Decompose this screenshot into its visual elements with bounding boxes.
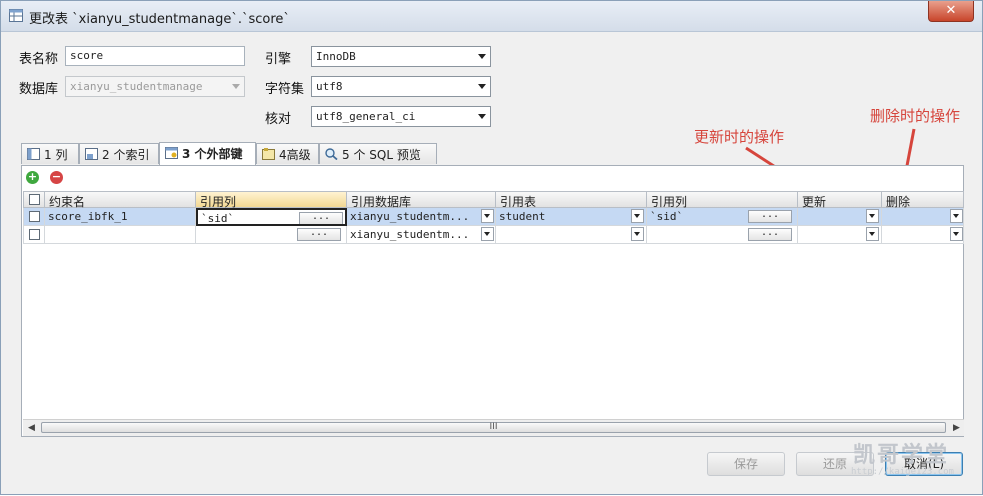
- cell-ref-column[interactable]: `sid` ...: [196, 208, 347, 226]
- scroll-right-icon[interactable]: ▶: [953, 423, 960, 433]
- cell-constraint-name[interactable]: [45, 226, 196, 244]
- window-title: 更改表 `xianyu_studentmanage`.`score`: [29, 12, 290, 27]
- collation-select[interactable]: utf8_general_ci: [311, 106, 491, 127]
- header-constraint-name[interactable]: 约束名: [45, 191, 196, 209]
- header-ref-table[interactable]: 引用表: [496, 191, 647, 209]
- title-bar: 更改表 `xianyu_studentmanage`.`score` ✕: [1, 1, 982, 32]
- tab-indexes[interactable]: 2 个索引: [79, 143, 159, 164]
- dropdown-icon[interactable]: [866, 227, 879, 241]
- ellipsis-button[interactable]: ...: [297, 228, 341, 241]
- tab-columns[interactable]: 1 列: [21, 143, 79, 164]
- cell-on-delete[interactable]: [882, 226, 964, 244]
- watermark-logo: 凯哥学堂: [853, 443, 950, 468]
- header-ref-database[interactable]: 引用数据库: [347, 191, 496, 209]
- cell-ref-database[interactable]: xianyu_studentm...: [347, 226, 496, 244]
- close-button[interactable]: ✕: [928, 1, 974, 22]
- dropdown-icon[interactable]: [866, 209, 879, 223]
- index-icon: [85, 148, 98, 160]
- cell-on-delete[interactable]: [882, 208, 964, 226]
- engine-select[interactable]: InnoDB: [311, 46, 491, 67]
- database-label: 数据库: [19, 82, 59, 97]
- header-on-delete[interactable]: 删除: [882, 191, 964, 209]
- dropdown-icon[interactable]: [631, 227, 644, 241]
- chevron-down-icon: [232, 84, 240, 89]
- cell-constraint-name[interactable]: score_ibfk_1: [45, 208, 196, 226]
- engine-value: InnoDB: [316, 50, 356, 63]
- dropdown-icon[interactable]: [950, 209, 963, 223]
- tab-sql-preview[interactable]: 5 个 SQL 预览: [319, 143, 437, 164]
- dropdown-icon[interactable]: [481, 227, 494, 241]
- scroll-left-icon[interactable]: ◀: [28, 423, 35, 433]
- ellipsis-button[interactable]: ...: [748, 228, 792, 241]
- scrollbar-thumb[interactable]: III: [41, 422, 946, 433]
- cell-on-update[interactable]: [798, 208, 882, 226]
- ellipsis-button[interactable]: ...: [748, 210, 792, 223]
- cell-ref-column-2[interactable]: ...: [647, 226, 798, 244]
- table-name-input[interactable]: score: [65, 46, 245, 66]
- annotation-delete: 删除时的操作: [870, 107, 961, 125]
- row-checkbox-cell[interactable]: [23, 226, 45, 244]
- checkbox[interactable]: [29, 194, 40, 205]
- row-checkbox-cell[interactable]: [23, 208, 45, 226]
- collation-label: 核对: [265, 112, 292, 127]
- header-ref-column[interactable]: 引用列: [196, 191, 347, 209]
- tab-advanced[interactable]: 4高级: [256, 143, 319, 164]
- cell-ref-column-2[interactable]: `sid` ...: [647, 208, 798, 226]
- chevron-down-icon: [478, 84, 486, 89]
- remove-icon[interactable]: −: [50, 171, 63, 184]
- add-icon[interactable]: +: [26, 171, 39, 184]
- header-ref-column-2[interactable]: 引用列: [647, 191, 798, 209]
- foreign-key-icon: [165, 147, 178, 159]
- charset-select[interactable]: utf8: [311, 76, 491, 97]
- engine-label: 引擎: [265, 52, 292, 67]
- alter-table-dialog: 更改表 `xianyu_studentmanage`.`score` ✕ 表名称…: [0, 0, 983, 495]
- header-select-all[interactable]: [23, 191, 45, 208]
- dropdown-icon[interactable]: [950, 227, 963, 241]
- ellipsis-button[interactable]: ...: [299, 212, 343, 224]
- checkbox[interactable]: [29, 211, 40, 222]
- cell-ref-table[interactable]: student: [496, 208, 647, 226]
- chevron-down-icon: [478, 114, 486, 119]
- tab-foreign-keys[interactable]: 3 个外部键: [159, 142, 256, 166]
- charset-label: 字符集: [265, 82, 305, 97]
- checkbox[interactable]: [29, 229, 40, 240]
- cell-ref-database[interactable]: xianyu_studentm...: [347, 208, 496, 226]
- cell-ref-table[interactable]: [496, 226, 647, 244]
- dropdown-icon[interactable]: [481, 209, 494, 223]
- database-select: xianyu_studentmanage: [65, 76, 245, 97]
- table-icon: [9, 9, 23, 22]
- save-button[interactable]: 保存: [707, 452, 785, 476]
- charset-value: utf8: [316, 80, 343, 93]
- collation-value: utf8_general_ci: [316, 110, 416, 123]
- dropdown-icon[interactable]: [631, 209, 644, 223]
- table-name-label: 表名称: [19, 52, 59, 67]
- watermark-url: http://kaige123.com: [851, 467, 954, 477]
- annotation-update: 更新时的操作: [694, 128, 785, 146]
- magnifier-icon: [325, 148, 338, 160]
- header-on-update[interactable]: 更新: [798, 191, 882, 209]
- advanced-icon: [262, 148, 275, 160]
- database-value: xianyu_studentmanage: [70, 80, 203, 93]
- cell-ref-column[interactable]: ...: [196, 226, 347, 244]
- cell-on-update[interactable]: [798, 226, 882, 244]
- columns-icon: [27, 148, 40, 160]
- horizontal-scrollbar[interactable]: ◀ III ▶: [23, 419, 964, 436]
- chevron-down-icon: [478, 54, 486, 59]
